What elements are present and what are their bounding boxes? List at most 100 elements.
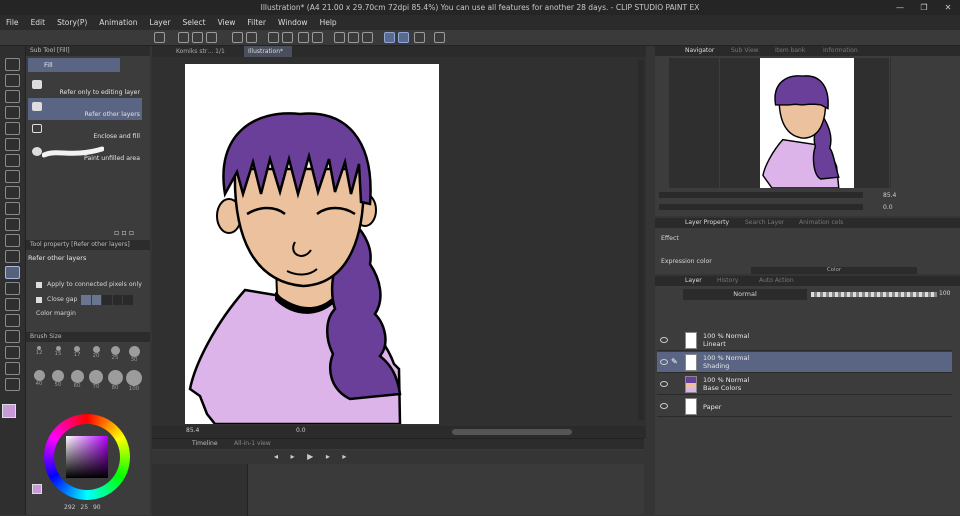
menu-file[interactable]: File xyxy=(0,18,25,27)
clear-icon[interactable] xyxy=(282,32,293,43)
current-color-swatch[interactable] xyxy=(32,484,42,494)
menu-layer[interactable]: Layer xyxy=(144,18,177,27)
tab-illustration[interactable]: Illustration* xyxy=(244,46,292,57)
brush-size-60[interactable]: 60 xyxy=(68,370,86,389)
move-tool-icon[interactable] xyxy=(5,74,20,87)
save-icon[interactable] xyxy=(206,32,217,43)
opacity-slider[interactable] xyxy=(811,292,937,297)
blend-tool-icon[interactable] xyxy=(5,250,20,263)
expression-color-select[interactable]: Color xyxy=(751,267,917,274)
selection-tool-icon[interactable] xyxy=(5,122,20,135)
zoom-slider[interactable] xyxy=(659,192,863,198)
minimize-button[interactable]: — xyxy=(888,0,912,15)
invert-selection-icon[interactable] xyxy=(348,32,359,43)
close-button[interactable]: ✕ xyxy=(936,0,960,15)
eye-icon[interactable] xyxy=(660,359,668,365)
fill-icon[interactable] xyxy=(298,32,309,43)
angle-value[interactable]: 0.0 xyxy=(296,427,306,434)
playback-controls[interactable]: ◂ ▸ ▶ ▸ ▸ xyxy=(274,452,351,461)
decoration-tool-icon[interactable] xyxy=(5,218,20,231)
menu-edit[interactable]: Edit xyxy=(25,18,52,27)
layer-row-lineart[interactable]: 100 % Normal Lineart xyxy=(657,330,952,351)
settings-icon[interactable] xyxy=(268,32,279,43)
menu-select[interactable]: Select xyxy=(176,18,211,27)
zoom-tool-icon[interactable] xyxy=(5,58,20,71)
tab-all-in-one[interactable]: All-in-1 view xyxy=(234,439,271,449)
help-icon[interactable] xyxy=(434,32,445,43)
vertical-scrollbar[interactable] xyxy=(638,60,644,420)
tab-search-layer[interactable]: Search Layer xyxy=(745,218,784,228)
tab-komiks[interactable]: Komiks str… 1/1 xyxy=(174,46,236,57)
tab-history[interactable]: History xyxy=(717,276,738,286)
move-layer-tool-icon[interactable] xyxy=(5,106,20,119)
balloon-tool-icon[interactable] xyxy=(5,362,20,375)
main-color-swatch[interactable] xyxy=(2,404,16,418)
sub-tool-refer-editing-layer[interactable]: Refer only to editing layer xyxy=(28,76,142,98)
new-file-icon[interactable] xyxy=(178,32,189,43)
saturation-square[interactable] xyxy=(66,436,108,478)
text-tool-icon[interactable] xyxy=(5,346,20,359)
transform-icon[interactable] xyxy=(312,32,323,43)
brush-size-30[interactable]: 30 xyxy=(125,346,143,363)
close-gap-checkbox[interactable] xyxy=(36,297,42,303)
menu-story[interactable]: Story(P) xyxy=(51,18,93,27)
pen-tool-icon[interactable] xyxy=(5,154,20,167)
gradient-tool-icon[interactable] xyxy=(5,282,20,295)
undo-icon[interactable] xyxy=(232,32,243,43)
brush-tool-icon[interactable] xyxy=(5,186,20,199)
zoom-value[interactable]: 85.4 xyxy=(186,427,199,434)
fill-tool-icon[interactable] xyxy=(5,266,20,279)
brush-size-70[interactable]: 70 xyxy=(87,370,105,390)
brush-size-20[interactable]: 20 xyxy=(87,346,105,359)
menu-view[interactable]: View xyxy=(212,18,242,27)
eye-icon[interactable] xyxy=(660,337,668,343)
tab-information[interactable]: Information xyxy=(823,46,858,56)
brush-size-12[interactable]: 12 xyxy=(30,346,48,356)
maximize-button[interactable]: ❐ xyxy=(912,0,936,15)
duplicate-sub-tool-icon[interactable]: ▫ xyxy=(121,228,128,237)
rotation-slider[interactable] xyxy=(659,204,863,210)
correct-line-tool-icon[interactable] xyxy=(5,378,20,391)
layer-row-shading[interactable]: ✎ 100 % Normal Shading xyxy=(657,352,952,373)
redo-icon[interactable] xyxy=(246,32,257,43)
apply-connected-checkbox[interactable] xyxy=(36,282,42,288)
expand-selection-icon[interactable] xyxy=(362,32,373,43)
navigator-preview[interactable] xyxy=(669,58,891,188)
sub-tool-enclose-and-fill[interactable]: Enclose and fill xyxy=(28,120,142,142)
tab-timeline[interactable]: Timeline xyxy=(192,439,218,449)
tab-sub-view[interactable]: Sub View xyxy=(731,46,759,56)
brush-size-100[interactable]: 100 xyxy=(125,370,143,392)
tab-animation-cels[interactable]: Animation cels xyxy=(799,218,843,228)
opacity-value[interactable]: 100 xyxy=(939,290,950,297)
sub-tool-paint-unfilled-area[interactable]: Paint unfilled area xyxy=(28,142,142,164)
operation-tool-icon[interactable] xyxy=(5,90,20,103)
eraser-tool-icon[interactable] xyxy=(5,234,20,247)
blend-mode-select[interactable]: Normal xyxy=(683,289,807,300)
figure-tool-icon[interactable] xyxy=(5,298,20,311)
close-gap-levels[interactable] xyxy=(81,295,133,305)
tab-auto-action[interactable]: Auto Action xyxy=(759,276,794,286)
tab-layer-property[interactable]: Layer Property xyxy=(685,218,729,228)
frame-tool-icon[interactable] xyxy=(5,314,20,327)
eye-icon[interactable] xyxy=(660,403,668,409)
navigator-zoom[interactable]: 85.4 xyxy=(883,192,896,199)
horizontal-scrollbar[interactable] xyxy=(452,429,572,435)
special-ruler-snap-icon[interactable] xyxy=(398,32,409,43)
menu-animation[interactable]: Animation xyxy=(93,18,143,27)
menu-window[interactable]: Window xyxy=(272,18,314,27)
eye-icon[interactable] xyxy=(660,381,668,387)
menu-filter[interactable]: Filter xyxy=(241,18,272,27)
navigator-angle[interactable]: 0.0 xyxy=(883,204,893,211)
brush-size-50[interactable]: 50 xyxy=(49,370,67,388)
airbrush-tool-icon[interactable] xyxy=(5,202,20,215)
open-file-icon[interactable] xyxy=(192,32,203,43)
grid-snap-icon[interactable] xyxy=(414,32,425,43)
deselect-icon[interactable] xyxy=(334,32,345,43)
brush-size-15[interactable]: 15 xyxy=(49,346,67,357)
layer-row-base-colors[interactable]: 100 % Normal Base Colors xyxy=(657,374,952,395)
brush-size-17[interactable]: 17 xyxy=(68,346,86,358)
brush-size-80[interactable]: 80 xyxy=(106,370,124,391)
tab-fill[interactable]: Fill xyxy=(28,58,120,72)
pencil-tool-icon[interactable] xyxy=(5,170,20,183)
home-icon[interactable] xyxy=(154,32,165,43)
